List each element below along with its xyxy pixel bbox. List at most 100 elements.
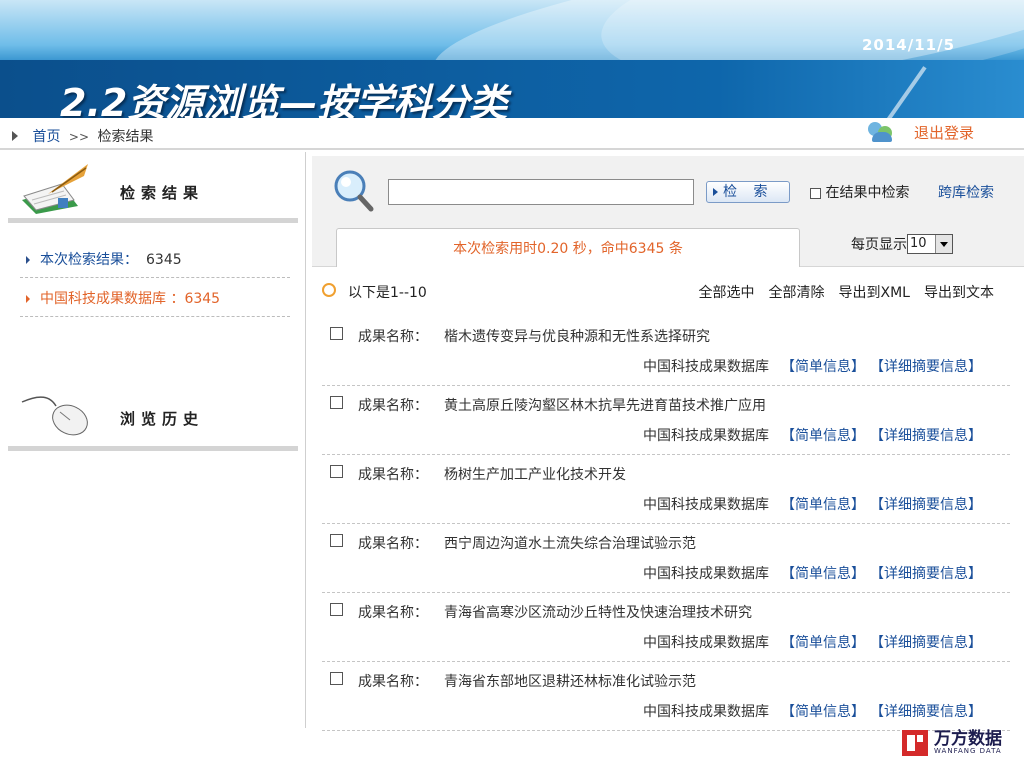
- result-field-label: 成果名称：: [358, 467, 428, 483]
- simple-info-link[interactable]: 【简单信息】: [781, 497, 865, 513]
- search-summary: 本次检索用时0.20 秒，命中6345 条: [336, 228, 800, 267]
- range-circle-icon: [322, 283, 336, 297]
- result-item: 成果名称： 黄土高原丘陵沟壑区林木抗旱先进育苗技术推广应用 中国科技成果数据库【…: [322, 386, 1010, 455]
- sidebar-row-label: 中国科技成果数据库 ：: [40, 291, 185, 307]
- search-button[interactable]: 检 索: [706, 181, 790, 203]
- cross-db-search-link[interactable]: 跨库检索: [938, 182, 994, 202]
- result-database: 中国科技成果数据库: [643, 704, 769, 720]
- export-xml-link[interactable]: 导出到XML: [839, 285, 910, 301]
- search-input[interactable]: [388, 179, 694, 205]
- result-item: 成果名称： 西宁周边沟道水土流失综合治理试验示范 中国科技成果数据库 【简单信息】…: [322, 524, 1010, 593]
- export-text-link[interactable]: 导出到文本: [924, 285, 994, 301]
- result-title[interactable]: 黄土高原丘陵沟壑区林木抗旱先进育苗技术推广应用: [444, 395, 766, 415]
- breadcrumb-arrow-icon: [12, 131, 18, 141]
- result-checkbox[interactable]: [330, 327, 343, 340]
- detailed-info-link[interactable]: 【详细摘要信息】: [877, 497, 982, 513]
- result-item: 成果名称： 青海省高寒沙区流动沙丘特性及快速治理技术研究 中国科技成果数据库 【简…: [322, 593, 1010, 662]
- simple-info-link[interactable]: 【简单信息】: [781, 635, 865, 651]
- results-range: 以下是1--10: [348, 285, 427, 301]
- clear-all-link[interactable]: 全部清除: [769, 285, 825, 301]
- result-links: 中国科技成果数据库 【简单信息】 【详细摘要信息】: [643, 563, 982, 583]
- result-title[interactable]: 杨树生产加工产业化技术开发: [444, 464, 626, 484]
- results-tab-bar: 本次检索用时0.20 秒，命中6345 条 每页显示 10: [312, 214, 1024, 267]
- sidebar-row-count: 6345: [184, 291, 221, 307]
- breadcrumb: 首页 >> 检索结果: [12, 126, 153, 146]
- notebook-quill-icon: [22, 164, 88, 214]
- sidebar-row-arrow-icon: [26, 256, 30, 264]
- select-all-link[interactable]: 全部选中: [699, 285, 755, 301]
- brand-subtitle: WANFANG DATA: [934, 747, 1002, 755]
- logout-button[interactable]: 退出登录: [868, 120, 974, 144]
- search-bar: 检 索 在结果中检索 跨库检索: [312, 156, 1024, 215]
- results-list-header: 以下是1--10 全部选中 全部清除 导出到XML 导出到文本: [322, 280, 1012, 302]
- result-field-label: 成果名称：: [358, 329, 428, 345]
- simple-info-link[interactable]: 【简单信息】: [781, 704, 865, 720]
- result-database: 中国科技成果数据库: [643, 428, 769, 444]
- result-checkbox[interactable]: [330, 465, 343, 478]
- result-database: 中国科技成果数据库: [643, 359, 769, 375]
- wanfang-logo: 万方数据 WANFANG DATA: [902, 730, 1002, 756]
- sidebar-row-label: 本次检索结果：: [40, 252, 138, 268]
- bulk-actions: 全部选中 全部清除 导出到XML 导出到文本: [685, 282, 994, 302]
- search-within-option[interactable]: 在结果中检索: [810, 182, 909, 202]
- breadcrumb-separator: >>: [68, 130, 90, 144]
- result-field-label: 成果名称：: [358, 398, 428, 414]
- result-checkbox[interactable]: [330, 603, 343, 616]
- logout-label[interactable]: 退出登录: [914, 122, 974, 143]
- result-title[interactable]: 楷木遗传变异与优良种源和无性系选择研究: [444, 326, 710, 346]
- detailed-info-link[interactable]: 【详细摘要信息】: [877, 566, 982, 582]
- history-section-title: 浏览历史: [120, 410, 205, 428]
- sidebar-dotted-divider: [20, 316, 290, 317]
- search-within-checkbox[interactable]: [810, 187, 821, 199]
- header-divider: [0, 148, 1024, 150]
- result-checkbox[interactable]: [330, 396, 343, 409]
- sidebar-row-current[interactable]: 本次检索结果： 6345: [26, 249, 182, 269]
- result-links: 中国科技成果数据库 【简单信息】 【详细摘要信息】: [643, 425, 982, 445]
- simple-info-link[interactable]: 【简单信息】: [781, 566, 865, 582]
- result-field-label: 成果名称：: [358, 536, 428, 552]
- breadcrumb-current: 检索结果: [97, 129, 154, 145]
- per-page-select[interactable]: 10: [907, 234, 953, 254]
- result-database: 中国科技成果数据库: [643, 635, 769, 651]
- simple-info-link[interactable]: 【简单信息】: [781, 359, 865, 375]
- result-title[interactable]: 青海省高寒沙区流动沙丘特性及快速治理技术研究: [444, 602, 752, 622]
- magnifier-icon: [334, 170, 374, 212]
- detailed-info-link[interactable]: 【详细摘要信息】: [877, 704, 982, 720]
- result-title[interactable]: 西宁周边沟道水土流失综合治理试验示范: [444, 533, 696, 553]
- per-page-label: 每页显示: [851, 237, 907, 253]
- history-section-header: 浏览历史: [8, 386, 298, 451]
- result-item: 成果名称： 杨树生产加工产业化技术开发 中国科技成果数据库 【简单信息】 【详细摘要…: [322, 455, 1010, 524]
- sidebar-row-database[interactable]: 中国科技成果数据库 ：6345: [26, 288, 220, 308]
- result-database: 中国科技成果数据库: [643, 497, 769, 513]
- result-item: 成果名称： 青海省东部地区退耕还林标准化试验示范 中国科技成果数据库 【简单信息】…: [322, 662, 1010, 731]
- result-links: 中国科技成果数据库 【简单信息】 【详细摘要信息】: [643, 494, 982, 514]
- sidebar-row-arrow-icon: [26, 295, 30, 303]
- slide-title: 2.2资源浏览—按学科分类: [60, 81, 508, 118]
- result-links: 中国科技成果数据库 【简单信息】 【详细摘要信息】: [643, 632, 982, 652]
- sidebar-row-count: 6345: [146, 252, 182, 268]
- users-icon: [868, 120, 898, 144]
- result-item: 成果名称： 楷木遗传变异与优良种源和无性系选择研究 中国科技成果数据库 【简单信息…: [322, 317, 1010, 386]
- wanfang-mark-icon: [902, 730, 928, 756]
- detailed-info-link[interactable]: 【详细摘要信息】: [877, 359, 982, 375]
- web-page: 首页 >> 检索结果 退出登录 检索结果 本次检索结果： 6345 中国科技成果数…: [0, 118, 1024, 768]
- result-field-label: 成果名称：: [358, 674, 428, 690]
- breadcrumb-home-link[interactable]: 首页: [32, 129, 60, 145]
- result-field-label: 成果名称：: [358, 605, 428, 621]
- slide-date: 2014/11/5: [862, 36, 956, 54]
- simple-info-link[interactable]: 【简单信息】: [781, 428, 865, 444]
- brand-name: 万方数据: [934, 729, 1002, 749]
- result-checkbox[interactable]: [330, 672, 343, 685]
- result-links: 中国科技成果数据库 【简单信息】 【详细摘要信息】: [643, 701, 982, 721]
- chevron-down-icon[interactable]: [935, 235, 952, 253]
- slide-banner: 2014/11/5 2.2资源浏览—按学科分类: [0, 0, 1024, 118]
- detailed-info-link[interactable]: 【详细摘要信息】: [877, 635, 982, 651]
- per-page-value: 10: [910, 236, 927, 251]
- detailed-info-link[interactable]: 【详细摘要信息】: [877, 428, 982, 444]
- search-within-label: 在结果中检索: [825, 185, 910, 201]
- per-page-control: 每页显示 10: [851, 234, 953, 254]
- result-title[interactable]: 青海省东部地区退耕还林标准化试验示范: [444, 671, 696, 691]
- result-checkbox[interactable]: [330, 534, 343, 547]
- mouse-icon: [21, 396, 88, 436]
- result-database: 中国科技成果数据库: [643, 566, 769, 582]
